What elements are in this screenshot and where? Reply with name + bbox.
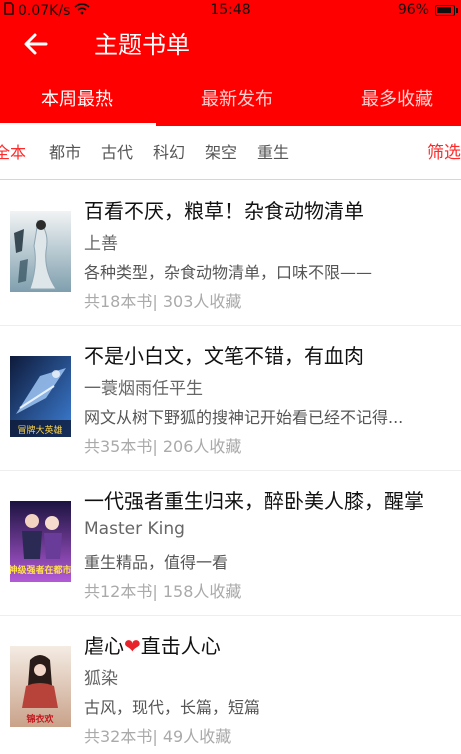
booklist-meta: 共35本书| 206人收藏 — [84, 433, 241, 457]
meta-separator: | — [152, 582, 158, 601]
category-filter-bar: 全本 都市 古代 科幻 架空 重生 筛选 — [0, 126, 461, 180]
booklist-title: 百看不厌，粮草！杂食动物清单 — [84, 199, 364, 223]
favorite-count: 158人收藏 — [162, 582, 242, 601]
filter-complete[interactable]: 全本 — [0, 126, 26, 180]
book-cover: 神级强者在都市 — [10, 501, 71, 582]
tab-newest[interactable]: 最新发布 — [160, 70, 314, 126]
battery-level — [437, 6, 451, 13]
arrow-left-icon — [24, 33, 48, 59]
booklist-list: 百看不厌，粮草！杂食动物清单 上善 各种类型，杂食动物清单，口味不限—— 共18… — [0, 181, 461, 754]
booklist-meta: 共32本书| 49人收藏 — [84, 723, 231, 747]
booklist-author: 一蓑烟雨任平生 — [84, 379, 203, 399]
booklist-author: 上善 — [84, 234, 118, 254]
booklist-item[interactable]: 锦衣欢 虐心❤直击人心 狐染 古风，现代，长篇，短篇 共32本书| 49人收藏 — [0, 616, 461, 754]
booklist-title: 虐心❤直击人心 — [84, 630, 454, 659]
meta-separator: | — [152, 292, 158, 311]
book-count: 共35本书 — [84, 437, 153, 456]
book-count: 共12本书 — [84, 582, 153, 601]
page-title: 主题书单 — [94, 31, 190, 59]
booklist-description: 重生精品，值得一看 — [84, 553, 229, 572]
battery-percent: 96% — [397, 2, 429, 18]
book-count: 共32本书 — [84, 727, 153, 746]
status-bar: 0.07K/s 15:48 96% — [0, 0, 461, 22]
booklist-description: 各种类型，杂食动物清单，口味不限—— — [84, 263, 373, 282]
heart-icon: ❤ — [124, 634, 141, 658]
filter-rebirth[interactable]: 重生 — [257, 126, 289, 180]
booklist-title: 不是小白文，文笔不错，有血肉 — [84, 344, 364, 368]
book-cover: 冒牌大英雄 — [10, 356, 71, 437]
book-cover — [10, 211, 71, 292]
filter-button[interactable]: 筛选 — [427, 126, 461, 180]
book-cover: 锦衣欢 — [10, 646, 71, 727]
tab-weekly-hot[interactable]: 本周最热 — [0, 70, 154, 126]
favorite-count: 303人收藏 — [162, 292, 242, 311]
clock: 15:48 — [210, 2, 251, 18]
meta-separator: | — [152, 727, 158, 746]
booklist-item[interactable]: 百看不厌，粮草！杂食动物清单 上善 各种类型，杂食动物清单，口味不限—— 共18… — [0, 181, 461, 326]
status-right: 96% — [397, 2, 458, 18]
cover-title: 神级强者在都市 — [10, 564, 71, 576]
booklist-item[interactable]: 冒牌大英雄 不是小白文，文笔不错，有血肉 一蓑烟雨任平生 网文从树下野狐的搜神记… — [0, 326, 461, 471]
title-text: 虐心 — [84, 634, 124, 658]
booklist-meta: 共18本书| 303人收藏 — [84, 288, 241, 312]
filter-urban[interactable]: 都市 — [49, 126, 81, 180]
favorite-count: 206人收藏 — [162, 437, 242, 456]
back-button[interactable] — [18, 28, 54, 64]
meta-separator: | — [152, 437, 158, 456]
booklist-meta: 共12本书| 158人收藏 — [84, 578, 241, 602]
filter-alt-history[interactable]: 架空 — [205, 126, 237, 180]
cover-title: 锦衣欢 — [26, 713, 54, 725]
booklist-author: Master King — [84, 519, 185, 539]
tab-bar: 本周最热 最新发布 最多收藏 — [0, 70, 461, 126]
app-header: 主题书单 — [0, 22, 461, 70]
cover-title: 冒牌大英雄 — [17, 424, 62, 436]
filter-scifi[interactable]: 科幻 — [153, 126, 185, 180]
booklist-description: 古风，现代，长篇，短篇 — [84, 698, 261, 717]
favorite-count: 49人收藏 — [162, 727, 232, 746]
booklist-author: 狐染 — [84, 669, 118, 689]
title-text: 直击人心 — [140, 634, 221, 658]
battery-icon — [435, 4, 458, 16]
tab-most-favorited[interactable]: 最多收藏 — [320, 70, 461, 126]
booklist-description: 网文从树下野狐的搜神记开始看已经不记得... — [84, 408, 404, 427]
booklist-title: 一代强者重生归来，醉卧美人膝，醒掌 — [84, 489, 424, 513]
booklist-item[interactable]: 神级强者在都市 一代强者重生归来，醉卧美人膝，醒掌 Master King 重生… — [0, 471, 461, 616]
book-count: 共18本书 — [84, 292, 153, 311]
filter-ancient[interactable]: 古代 — [101, 126, 133, 180]
